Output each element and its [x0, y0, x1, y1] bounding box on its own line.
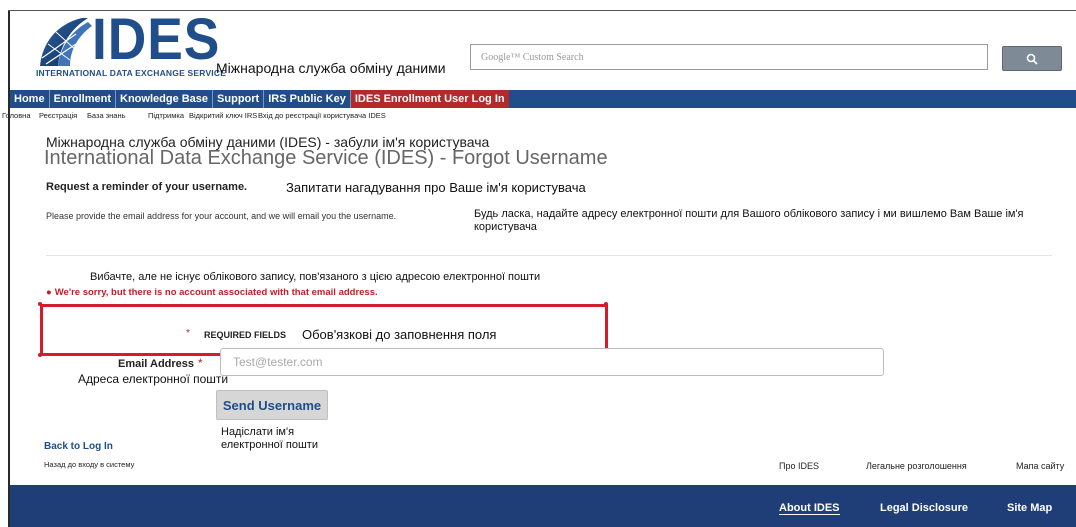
request-heading-uk: Запитати нагадування про Ваше ім'я корис…	[286, 180, 586, 195]
frame-border-left	[8, 10, 10, 527]
search-placeholder: Google™ Custom Search	[481, 52, 584, 63]
nav-sub-label: Вхід до реєстрації користувача IDES	[258, 111, 386, 120]
logo-subtitle: INTERNATIONAL DATA EXCHANGE SERVICE	[36, 68, 227, 78]
email-required-asterisk: *	[198, 356, 203, 370]
request-heading: Request a reminder of your username.	[46, 181, 248, 193]
required-fields-label-uk: Обов'язкові до заповнення поля	[302, 327, 497, 342]
search-input[interactable]: Google™ Custom Search	[470, 44, 988, 70]
error-message-text: We're sorry, but there is no account ass…	[54, 287, 378, 298]
logo-wordmark: IDES	[92, 7, 221, 72]
back-to-login-label-uk: Назад до входу в систему	[44, 460, 135, 469]
search-button[interactable]	[1002, 46, 1062, 71]
ides-logo[interactable]: IDES INTERNATIONAL DATA EXCHANGE SERVICE	[36, 7, 226, 80]
send-username-label-uk: Надіслати ім'я електронної пошти	[221, 426, 318, 451]
nav-enrollment-user-login[interactable]: IDES Enrollment User Log In	[350, 90, 509, 108]
nav-sub-label: База знань	[87, 111, 126, 120]
error-message: ● We're sorry, but there is no account as…	[46, 287, 378, 298]
bullet-icon: ●	[46, 287, 52, 298]
footer-about-link[interactable]: About IDES	[779, 502, 840, 515]
required-asterisk: *	[186, 328, 190, 339]
header-tagline-uk: Міжнародна служба обміну даними	[216, 60, 446, 76]
instructions-text-uk: Будь ласка, надайте адресу електронної п…	[474, 208, 1024, 233]
annotation-corner	[604, 302, 608, 306]
email-label-uk: Адреса електронної пошти	[78, 372, 229, 386]
nav-irs-public-key[interactable]: IRS Public Key	[264, 90, 351, 108]
nav-knowledge-base[interactable]: Knowledge Base	[116, 90, 214, 108]
divider	[46, 255, 1052, 256]
footer-sitemap-label-uk: Мапа сайту	[1016, 461, 1065, 471]
nav-support[interactable]: Support	[213, 90, 265, 108]
nav-sub-label: Реєстрація	[39, 111, 78, 120]
page-title: International Data Exchange Service (IDE…	[44, 147, 608, 169]
globe-logo-icon	[40, 18, 92, 66]
search-icon	[1026, 53, 1038, 65]
annotation-corner	[38, 302, 42, 306]
email-field[interactable]	[220, 348, 884, 376]
back-to-login-link[interactable]: Back to Log In	[44, 441, 113, 452]
footer-sitemap-link[interactable]: Site Map	[1007, 502, 1052, 514]
nav-sub-label: Підтримка	[148, 111, 185, 120]
footer-about-label-uk: Про IDES	[779, 461, 819, 471]
error-message-uk: Вибачте, але не існує облікового запису,…	[90, 271, 541, 283]
nav-sub-label: Головна	[2, 111, 31, 120]
nav-enrollment[interactable]: Enrollment	[50, 90, 117, 108]
footer-legal-link[interactable]: Legal Disclosure	[880, 502, 968, 514]
required-fields-label: REQUIRED FIELDS	[204, 330, 287, 340]
send-username-button[interactable]: Send Username	[216, 390, 328, 420]
email-label: Email Address	[118, 358, 195, 370]
main-nav: Home Enrollment Knowledge Base Support I…	[10, 90, 1076, 108]
footer-legal-label-uk: Легальне розголошення	[866, 461, 967, 471]
nav-sub-label: Відкритий ключ IRS	[189, 111, 258, 120]
instructions-text: Please provide the email address for you…	[46, 211, 397, 221]
annotation-corner	[38, 353, 42, 357]
nav-home[interactable]: Home	[10, 90, 50, 108]
